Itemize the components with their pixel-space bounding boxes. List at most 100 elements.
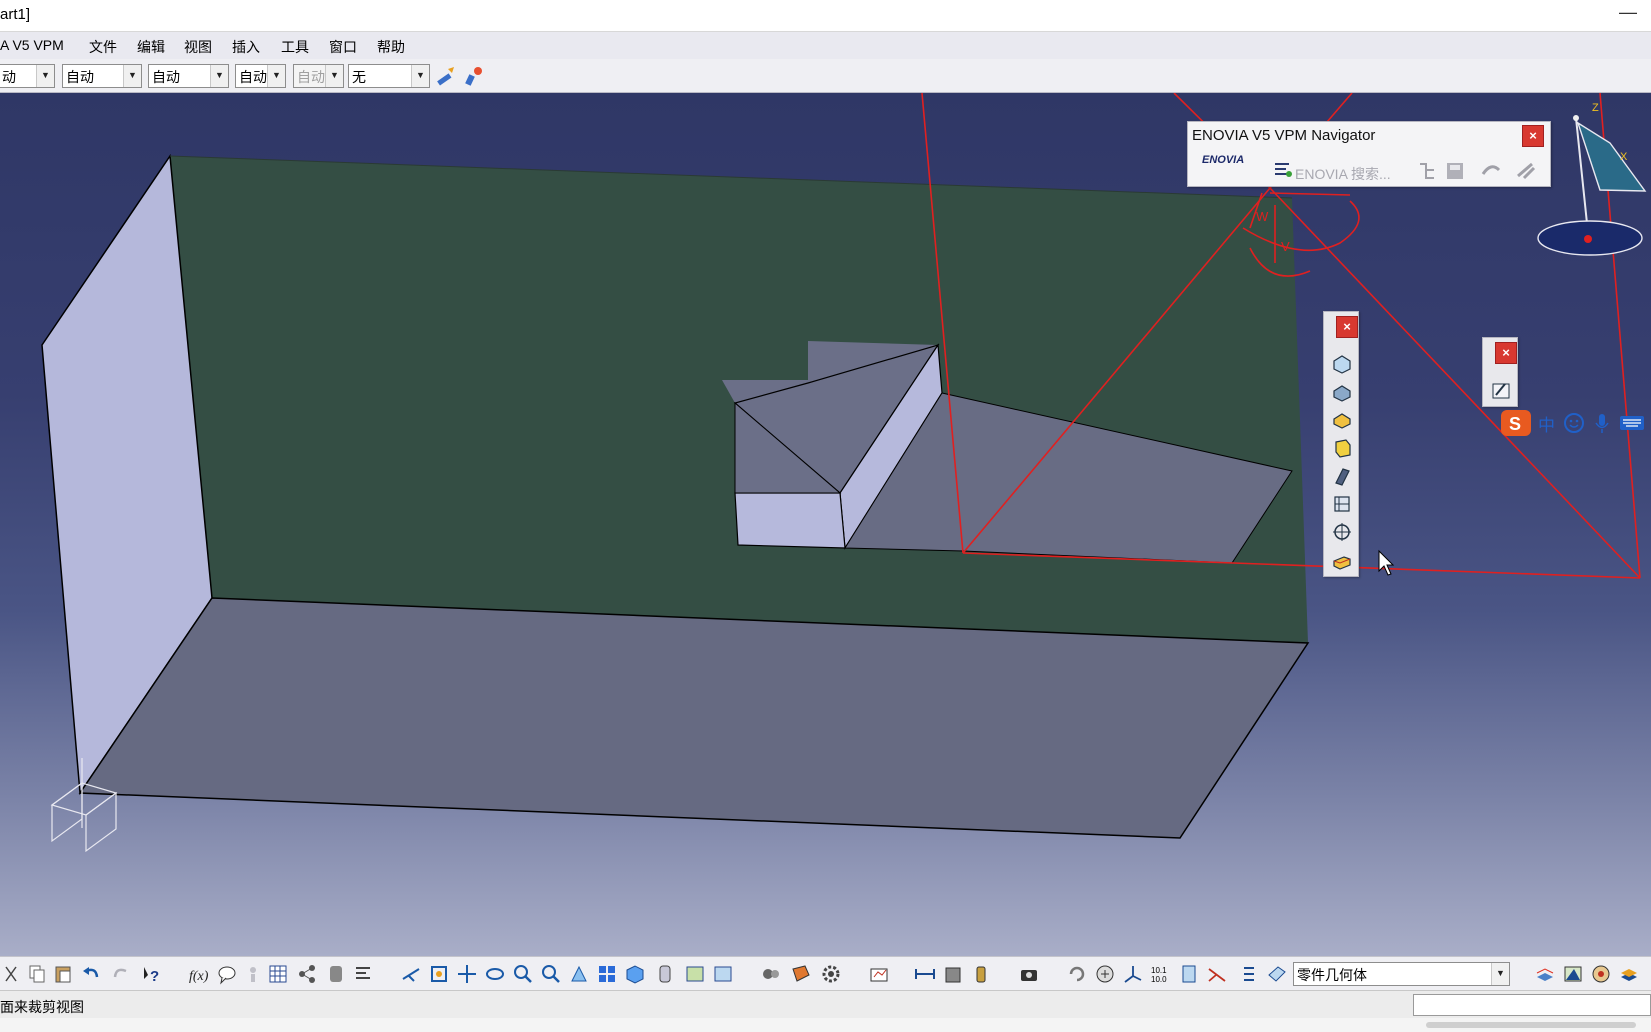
knowledge-icon[interactable] xyxy=(242,963,264,985)
3d-viewport[interactable]: W V Z X ENOVIA V5 VPM Navigator × ENOVIA… xyxy=(0,93,1651,956)
axis-label-v: V xyxy=(1281,239,1290,254)
map-icon[interactable] xyxy=(1590,963,1612,985)
material-icon[interactable] xyxy=(1266,963,1288,985)
loft-icon[interactable] xyxy=(1330,548,1354,572)
thickness-combo[interactable]: 自动 ▼ xyxy=(235,64,286,88)
copy-icon[interactable] xyxy=(26,963,48,985)
comment-icon[interactable] xyxy=(216,963,238,985)
multi-pad-icon[interactable] xyxy=(1330,408,1354,432)
paint-brush-icon[interactable] xyxy=(434,65,456,87)
transparency-combo[interactable]: 自动 ▼ xyxy=(62,64,142,88)
formula-icon[interactable]: f(x) xyxy=(188,963,210,985)
command-input[interactable] xyxy=(1413,994,1651,1016)
grid-icon[interactable]: 10.1 10.0 xyxy=(1150,963,1172,985)
navigator-title: ENOVIA V5 VPM Navigator xyxy=(1192,127,1376,144)
menu-item-vpm[interactable]: A V5 VPM xyxy=(0,37,64,53)
microphone-icon[interactable] xyxy=(1589,410,1615,436)
drafted-pad-icon[interactable] xyxy=(1330,380,1354,404)
fly-icon[interactable] xyxy=(400,963,422,985)
axis-system-icon[interactable] xyxy=(1122,963,1144,985)
measure-between-icon[interactable] xyxy=(914,963,936,985)
rib-icon[interactable] xyxy=(1330,464,1354,488)
status-bar: 面来裁剪视图 xyxy=(0,990,1651,1018)
enovia-search-field[interactable]: ENOVIA 搜索... xyxy=(1295,164,1391,184)
keyboard-icon[interactable] xyxy=(1617,410,1647,436)
stiffener-icon[interactable] xyxy=(1330,492,1354,516)
point-symbol-combo[interactable]: 自动 ▼ xyxy=(293,64,344,88)
menu-item-insert[interactable]: 插入 xyxy=(232,37,260,57)
hand-icon[interactable] xyxy=(1094,963,1116,985)
globe-icon[interactable] xyxy=(1618,963,1640,985)
geometry-select[interactable]: 零件几何体 ▼ xyxy=(1293,962,1510,986)
inertia-icon[interactable] xyxy=(970,963,992,985)
title-bar: art1] — xyxy=(0,0,1651,32)
sogou-logo-icon[interactable]: S xyxy=(1500,408,1534,438)
chevron-down-icon: ▼ xyxy=(210,65,228,87)
color-combo[interactable]: 动 ▼ xyxy=(0,64,55,88)
tree-icon[interactable] xyxy=(1416,160,1438,182)
gear-icon[interactable] xyxy=(790,963,812,985)
painter-icon[interactable] xyxy=(463,65,485,87)
analysis-icon[interactable] xyxy=(868,963,890,985)
solid-icon[interactable] xyxy=(1330,436,1354,460)
fit-all-icon[interactable] xyxy=(428,963,450,985)
dimension-icon[interactable] xyxy=(1206,963,1228,985)
close-button[interactable]: × xyxy=(1336,316,1358,338)
save-icon[interactable] xyxy=(1444,160,1466,182)
menu-item-help[interactable]: 帮助 xyxy=(377,37,405,57)
close-button[interactable]: × xyxy=(1495,342,1517,364)
measure-icon[interactable] xyxy=(325,963,347,985)
constraint-icon[interactable] xyxy=(1178,963,1200,985)
svg-text:10.0: 10.0 xyxy=(1151,975,1167,984)
axis-label-w: W xyxy=(1256,209,1269,224)
publication-icon[interactable] xyxy=(352,963,374,985)
camera-icon[interactable] xyxy=(1018,963,1040,985)
horizontal-scrollbar[interactable] xyxy=(1426,1022,1636,1028)
measure-item-icon[interactable] xyxy=(942,963,964,985)
menu-item-view[interactable]: 视图 xyxy=(184,37,212,57)
layer-combo[interactable]: 无 ▼ xyxy=(348,64,430,88)
normal-view-icon[interactable] xyxy=(568,963,590,985)
shading-icon[interactable] xyxy=(654,963,676,985)
rotate-icon[interactable] xyxy=(484,963,506,985)
render-icon[interactable] xyxy=(1562,963,1584,985)
linetype-combo[interactable]: 自动 ▼ xyxy=(148,64,229,88)
cut-icon[interactable] xyxy=(0,963,22,985)
menu-item-window[interactable]: 窗口 xyxy=(329,37,357,57)
iso-view-icon[interactable] xyxy=(624,963,646,985)
sketch-icon[interactable] xyxy=(1489,378,1513,402)
zoom-out-icon[interactable] xyxy=(540,963,562,985)
pad-icon[interactable] xyxy=(1330,352,1354,376)
undo-icon[interactable] xyxy=(80,963,102,985)
redo-icon[interactable] xyxy=(110,963,132,985)
swap-icon[interactable] xyxy=(712,963,734,985)
whatsthis-icon[interactable]: ? xyxy=(140,963,162,985)
table-icon[interactable] xyxy=(267,963,289,985)
tree-icon[interactable] xyxy=(296,963,318,985)
catalog-icon[interactable] xyxy=(760,963,782,985)
search-icon[interactable] xyxy=(1272,158,1294,180)
zoom-in-icon[interactable] xyxy=(512,963,534,985)
menu-item-edit[interactable]: 编辑 xyxy=(137,37,165,57)
paste-icon[interactable] xyxy=(52,963,74,985)
link-icon[interactable] xyxy=(1514,160,1536,182)
list-icon[interactable] xyxy=(1236,963,1258,985)
menu-bar: A V5 VPM 文件 编辑 视图 插入 工具 窗口 帮助 xyxy=(0,32,1651,59)
hide-show-icon[interactable] xyxy=(684,963,706,985)
minimize-button[interactable]: — xyxy=(1619,2,1637,23)
close-button[interactable]: × xyxy=(1522,125,1544,147)
part-geometry[interactable]: W V Z X xyxy=(0,93,1651,956)
sketcher-toolbar: × xyxy=(1482,337,1518,407)
positioning-icon[interactable] xyxy=(1330,520,1354,544)
multi-view-icon[interactable] xyxy=(596,963,618,985)
menu-item-tools[interactable]: 工具 xyxy=(281,37,309,57)
ime-mode-label[interactable]: 中 xyxy=(1538,411,1555,436)
ime-toolbar: S 中 xyxy=(1500,408,1651,438)
settings-icon[interactable] xyxy=(820,963,842,985)
transfer-icon[interactable] xyxy=(1480,160,1502,182)
layers-icon[interactable] xyxy=(1534,963,1556,985)
smiley-icon[interactable] xyxy=(1561,410,1587,436)
pan-icon[interactable] xyxy=(456,963,478,985)
update-icon[interactable] xyxy=(1066,963,1088,985)
menu-item-file[interactable]: 文件 xyxy=(89,37,117,57)
